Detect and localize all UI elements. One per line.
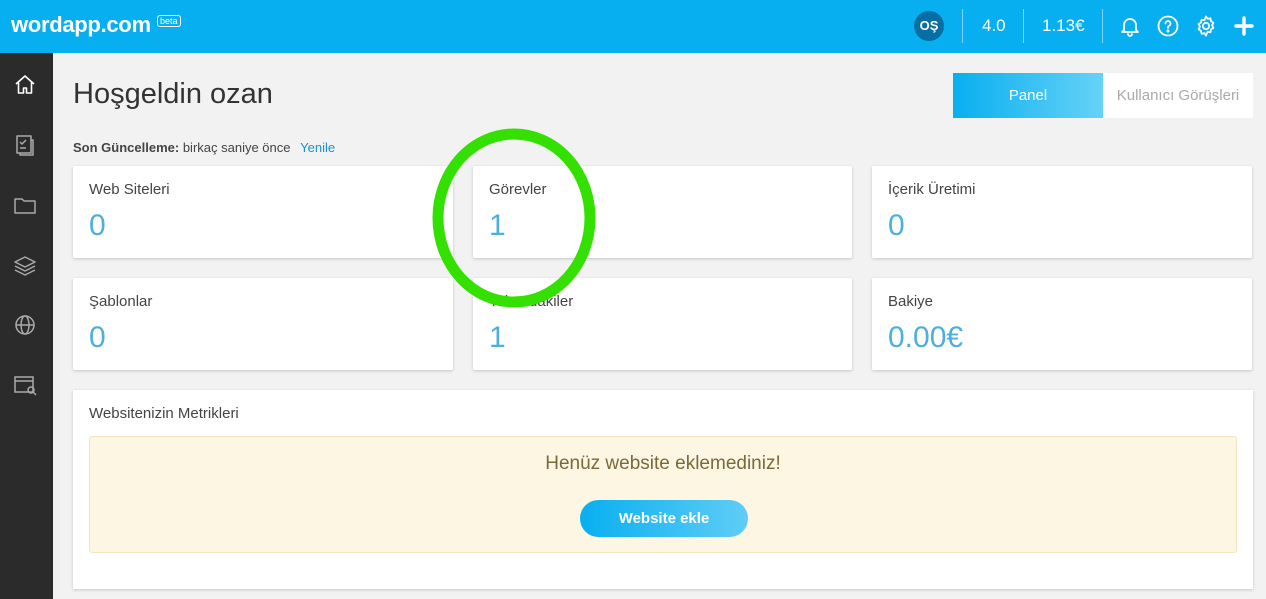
refresh-link[interactable]: Yenile xyxy=(300,140,335,155)
stat-label: İçerik Üretimi xyxy=(888,181,976,198)
divider xyxy=(1023,9,1024,43)
user-avatar[interactable]: OŞ xyxy=(914,11,944,41)
stat-card-content[interactable]: İçerik Üretimi 0 xyxy=(872,166,1252,258)
gear-icon[interactable] xyxy=(1194,14,1218,38)
add-website-button[interactable]: Website ekle xyxy=(580,500,748,537)
browser-search-icon xyxy=(14,376,37,396)
sidebar xyxy=(0,53,53,599)
tasks-icon xyxy=(16,135,34,156)
divider xyxy=(1102,9,1103,43)
metrics-title: Websitenizin Metrikleri xyxy=(89,405,239,422)
highlight-circle-annotation xyxy=(432,128,596,308)
logo[interactable]: wordapp.com xyxy=(11,12,151,38)
last-update-value: birkaç saniye önce xyxy=(182,140,291,155)
layers-icon xyxy=(14,256,36,276)
page-title: Hoşgeldin ozan xyxy=(73,78,273,111)
folder-icon xyxy=(14,198,36,214)
greeting: Hoşgeldin xyxy=(73,78,202,110)
beta-badge: beta xyxy=(157,15,181,27)
bell-icon[interactable] xyxy=(1118,14,1142,38)
stat-card-websites[interactable]: Web Siteleri 0 xyxy=(73,166,453,258)
credits-value[interactable]: 4.0 xyxy=(982,16,1006,36)
user-name: ozan xyxy=(210,78,273,110)
stat-value: 0 xyxy=(89,209,106,242)
stat-card-balance[interactable]: Bakiye 0.00€ xyxy=(872,278,1252,370)
sidebar-item-globe[interactable] xyxy=(11,311,39,339)
stat-value: 0 xyxy=(888,209,905,242)
tab-panel[interactable]: Panel xyxy=(953,73,1103,118)
metrics-panel: Websitenizin Metrikleri Henüz website ek… xyxy=(73,390,1253,589)
last-update: Son Güncelleme: birkaç saniye önce Yenil… xyxy=(73,140,335,155)
help-icon[interactable] xyxy=(1156,14,1180,38)
sidebar-item-layers[interactable] xyxy=(11,251,39,279)
stat-label: Şablonlar xyxy=(89,293,153,310)
tab-user-views[interactable]: Kullanıcı Görüşleri xyxy=(1103,73,1253,118)
sidebar-item-tasks[interactable] xyxy=(11,131,39,159)
sidebar-item-folder[interactable] xyxy=(11,191,39,219)
stat-card-templates[interactable]: Şablonlar 0 xyxy=(73,278,453,370)
plus-icon[interactable] xyxy=(1232,14,1256,38)
sidebar-item-home[interactable] xyxy=(11,71,39,99)
top-bar: wordapp.com beta OŞ 4.0 1.13€ xyxy=(0,0,1266,53)
home-icon xyxy=(15,75,35,94)
stat-label: Web Siteleri xyxy=(89,181,170,198)
stat-label: Bakiye xyxy=(888,293,934,310)
empty-message: Henüz website eklemediniz! xyxy=(545,453,781,474)
stat-value: 1 xyxy=(489,321,506,354)
last-update-label: Son Güncelleme: xyxy=(73,140,180,155)
divider xyxy=(962,9,963,43)
sidebar-item-browser[interactable] xyxy=(11,371,39,399)
globe-icon xyxy=(15,315,35,335)
stat-value: 0 xyxy=(89,321,106,354)
stat-value: 0.00€ xyxy=(888,321,964,354)
balance-value[interactable]: 1.13€ xyxy=(1042,16,1085,36)
empty-notice: Henüz website eklemediniz! Website ekle xyxy=(89,436,1237,553)
